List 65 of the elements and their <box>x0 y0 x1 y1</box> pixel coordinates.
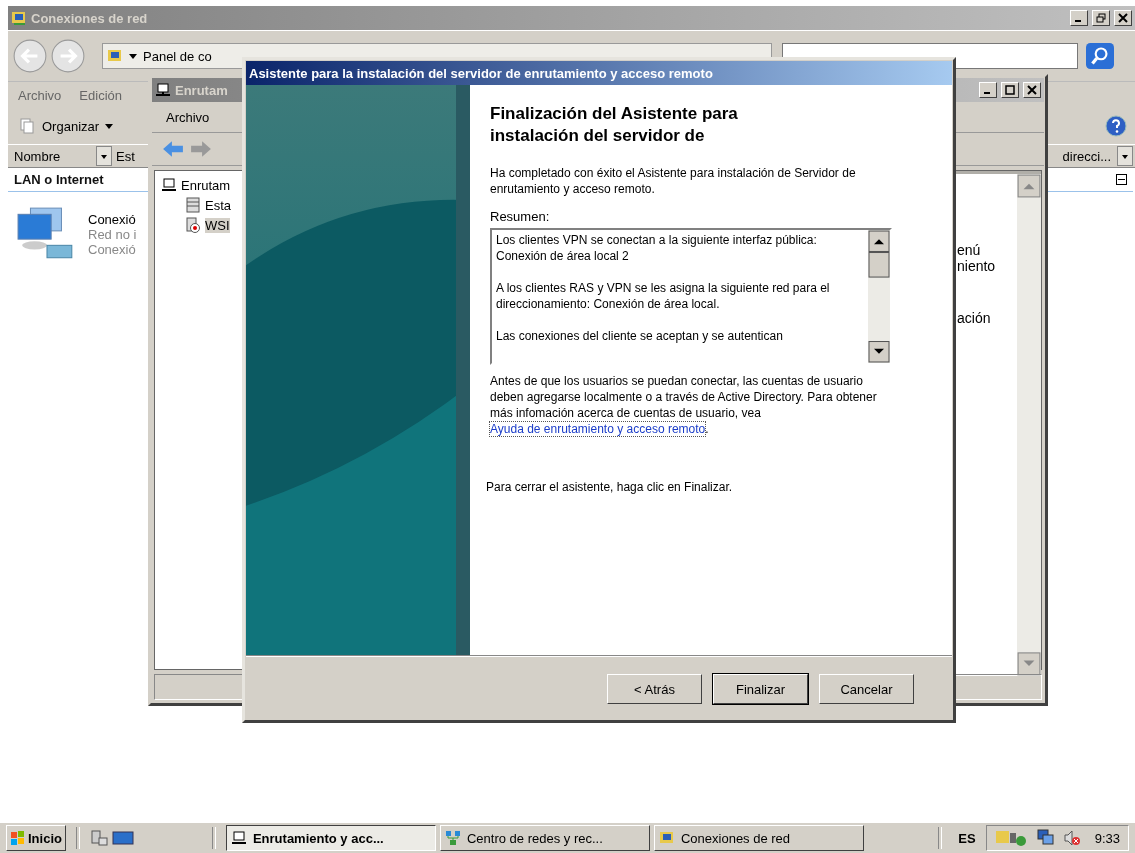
collapse-icon[interactable] <box>1116 174 1127 185</box>
column-header[interactable]: Nombre <box>8 148 96 164</box>
connection-label: Red no i <box>88 227 137 242</box>
summary-text: Los clientes VPN se conectan a la siguiente interfaz pública: Conexión de área local 2 <box>496 232 818 264</box>
caret-icon <box>105 122 114 130</box>
server-icon <box>185 197 201 213</box>
back-button[interactable] <box>12 38 48 74</box>
wizard-button[interactable]: < Atrás <box>607 674 702 704</box>
help-icon[interactable] <box>1105 115 1127 137</box>
menu-item[interactable]: Edición <box>79 87 122 103</box>
pages-icon <box>20 118 36 134</box>
clock: 9:33 <box>1094 830 1120 846</box>
pane-text: niento <box>957 258 997 274</box>
network-icon[interactable] <box>1036 829 1055 847</box>
pane-text: ación <box>957 310 992 326</box>
minimize-icon <box>984 92 990 94</box>
computer-icon <box>161 177 177 193</box>
window-title: Conexiones de red <box>31 10 148 26</box>
window-title: Enrutam <box>175 82 228 98</box>
pane-text: enú <box>957 242 982 258</box>
muted-speaker-icon[interactable] <box>1062 829 1081 847</box>
windows-flag-icon <box>10 830 26 846</box>
wizard-button[interactable]: Cancelar <box>819 674 914 704</box>
wizard-heading: Finalización del Asistente para instalación del servidor de <box>490 103 739 147</box>
taskbar-button[interactable]: Conexiones de red <box>653 825 864 851</box>
minimize-icon <box>1075 20 1081 22</box>
computer-icon <box>230 830 247 846</box>
address-text: Panel de co <box>143 48 212 64</box>
forward-button[interactable] <box>50 38 86 74</box>
language-indicator[interactable]: ES <box>952 830 982 846</box>
desktop-icon[interactable] <box>111 829 134 847</box>
network-icon <box>444 830 461 846</box>
search-icon[interactable] <box>1086 43 1114 69</box>
wizard-button[interactable]: Finalizar <box>713 674 808 704</box>
caret-icon[interactable] <box>129 52 137 60</box>
connection-label: Conexió <box>88 242 137 257</box>
closing-text: Para cerrar el asistente, haga clic en Finalizar. <box>486 479 734 495</box>
connection-label: Conexió <box>88 212 137 227</box>
tree-item[interactable]: WSI <box>185 215 232 235</box>
organize-button[interactable]: Organizar <box>16 118 118 134</box>
note-text: Antes de que los usuarios se puedan conectar, las cuentas de usuario deben agregarse localmente o a través de Active Directory. Para obtener más infomación acerca de cuentas de usuario, vea Ayuda de enrutamiento y acceso remoto. <box>490 373 878 437</box>
computer-icon <box>155 82 171 98</box>
menu-item[interactable]: Archivo <box>18 87 62 103</box>
column-header[interactable]: Est <box>114 148 135 164</box>
group-header: LAN o Internet <box>14 172 104 187</box>
scrollbar[interactable] <box>1017 174 1041 676</box>
tree-item[interactable]: Esta <box>185 195 233 215</box>
summary-text: A los clientes RAS y VPN se les asigna la siguiente red para el direccionamiento: Conexión de área local. <box>496 280 831 312</box>
scrollbar[interactable] <box>868 230 890 363</box>
intro-text: Ha completado con éxito el Asistente para instalación de Servidor de enrutamiento y acceso remoto. <box>490 165 857 197</box>
network-folder-icon <box>11 10 27 26</box>
tree-item[interactable]: Enrutam <box>161 175 233 195</box>
summary-label: Resumen: <box>490 209 551 224</box>
taskbar-button[interactable]: Enrutamiento y acc... <box>225 825 436 851</box>
dropdown-icon[interactable] <box>96 146 112 166</box>
column-header[interactable]: direcci... <box>1056 148 1117 164</box>
network-folder-icon <box>658 830 675 846</box>
network-folder-icon <box>107 48 123 64</box>
summary-box[interactable] <box>490 228 892 365</box>
dropdown-icon[interactable] <box>1117 146 1133 166</box>
taskbar-button[interactable]: Centro de redes y rec... <box>439 825 650 851</box>
summary-text: Las conexiones del cliente se aceptan y se autentican <box>496 328 784 344</box>
menu-item[interactable]: Archivo <box>166 109 210 125</box>
start-button[interactable]: Inicio <box>6 825 66 851</box>
server-alert-icon <box>185 217 201 233</box>
